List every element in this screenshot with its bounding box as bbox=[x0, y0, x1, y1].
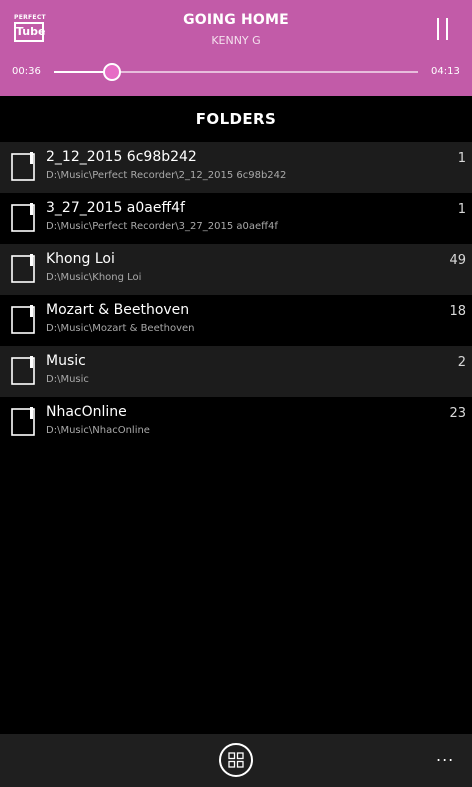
folder-icon bbox=[11, 305, 35, 334]
list-item[interactable]: NhacOnline D:\Music\NhacOnline 23 bbox=[0, 397, 472, 448]
page-title: FOLDERS bbox=[195, 110, 277, 128]
folder-name: 2_12_2015 6c98b242 bbox=[46, 149, 197, 165]
now-playing-bar: PERFECT Tube GOING HOME KENNY G 00:36 04… bbox=[0, 0, 472, 96]
more-options-button[interactable]: ... bbox=[436, 746, 454, 765]
list-item[interactable]: 2_12_2015 6c98b242 D:\Music\Perfect Reco… bbox=[0, 142, 472, 193]
app-bar: ... bbox=[0, 734, 472, 787]
list-item[interactable]: Khong Loi D:\Music\Khong Loi 49 bbox=[0, 244, 472, 295]
folder-count: 49 bbox=[449, 253, 466, 268]
folder-name: Music bbox=[46, 353, 86, 369]
folder-count: 2 bbox=[457, 355, 466, 370]
seek-thumb[interactable] bbox=[103, 63, 122, 81]
folder-path: D:\Music\Perfect Recorder\3_27_2015 a0ae… bbox=[46, 221, 278, 232]
elapsed-time: 00:36 bbox=[12, 66, 41, 77]
folder-icon bbox=[11, 254, 35, 283]
list-item[interactable]: Music D:\Music 2 bbox=[0, 346, 472, 397]
track-artist: KENNY G bbox=[211, 34, 261, 47]
track-title: GOING HOME bbox=[183, 12, 289, 28]
folder-list: 2_12_2015 6c98b242 D:\Music\Perfect Reco… bbox=[0, 142, 472, 448]
folder-name: 3_27_2015 a0aeff4f bbox=[46, 200, 185, 216]
folder-icon bbox=[11, 407, 35, 436]
folder-icon bbox=[11, 152, 35, 181]
folder-count: 18 bbox=[449, 304, 466, 319]
pause-icon bbox=[437, 18, 439, 40]
folder-count: 1 bbox=[457, 151, 466, 166]
folder-count: 1 bbox=[457, 202, 466, 217]
folder-name: NhacOnline bbox=[46, 404, 127, 420]
pause-icon-bar bbox=[446, 18, 448, 40]
seek-bar[interactable] bbox=[54, 63, 418, 81]
pause-button[interactable] bbox=[432, 18, 454, 40]
folder-name: Khong Loi bbox=[46, 251, 115, 267]
folder-path: D:\Music\Khong Loi bbox=[46, 272, 142, 283]
total-time: 04:13 bbox=[431, 66, 460, 77]
folder-name: Mozart & Beethoven bbox=[46, 302, 190, 318]
folder-path: D:\Music bbox=[46, 374, 89, 385]
folder-path: D:\Music\Perfect Recorder\2_12_2015 6c98… bbox=[46, 170, 287, 181]
list-item[interactable]: 3_27_2015 a0aeff4f D:\Music\Perfect Reco… bbox=[0, 193, 472, 244]
folder-count: 23 bbox=[449, 406, 466, 421]
folder-path: D:\Music\NhacOnline bbox=[46, 425, 150, 436]
grid-icon bbox=[228, 752, 244, 768]
folder-icon bbox=[11, 356, 35, 385]
list-item[interactable]: Mozart & Beethoven D:\Music\Mozart & Bee… bbox=[0, 295, 472, 346]
categories-button[interactable] bbox=[219, 743, 253, 777]
folder-path: D:\Music\Mozart & Beethoven bbox=[46, 323, 195, 334]
folder-icon bbox=[11, 203, 35, 232]
